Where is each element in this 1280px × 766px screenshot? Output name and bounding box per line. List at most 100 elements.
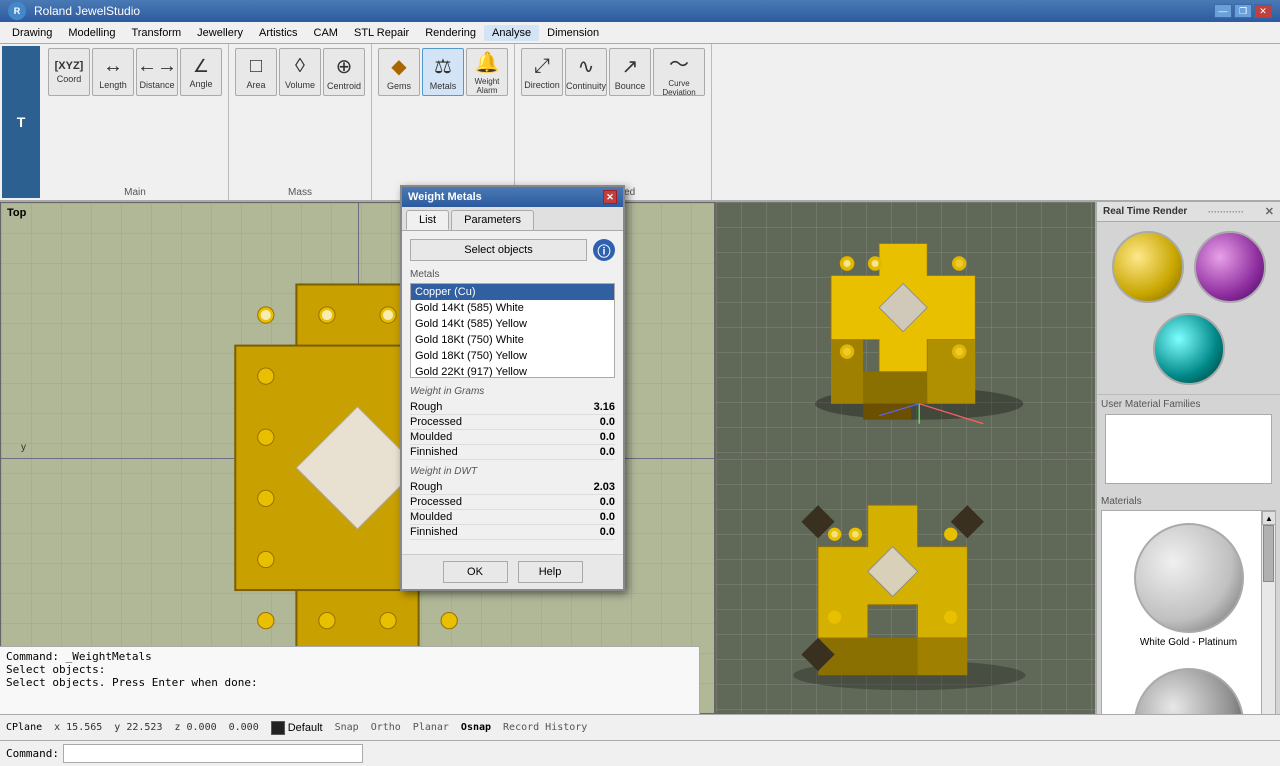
tool-gems-label: Gems [387, 81, 411, 91]
menu-artistics[interactable]: Artistics [251, 25, 306, 41]
osnap-label[interactable]: Osnap [461, 722, 491, 733]
menu-rendering[interactable]: Rendering [417, 25, 484, 41]
tool-coord[interactable]: [XYZ] Coord [48, 48, 90, 96]
weight-metals-dialog: Weight Metals ✕ List Parameters Select o… [400, 185, 625, 591]
scroll-thumb[interactable] [1263, 525, 1274, 582]
weight-grams-title: Weight in Grams [410, 386, 615, 397]
toolbar-row-advanced: ⤢ Direction ∿ Continuity ↗ Bounce 〜 Curv… [521, 48, 705, 96]
restore-button[interactable]: ❐ [1234, 4, 1252, 18]
metals-item-4[interactable]: Gold 18Kt (750) Yellow [411, 348, 614, 364]
metals-item-1[interactable]: Gold 14Kt (585) White [411, 300, 614, 316]
tab-parameters[interactable]: Parameters [451, 210, 534, 230]
tool-gems[interactable]: ◆ Gems [378, 48, 420, 96]
material-sphere-2-container [1102, 656, 1275, 714]
toolbar-group-weight: ◆ Gems ⚖ Metals 🔔 Weight Alarm Weight [372, 44, 515, 200]
toolbar-group-main: [XYZ] Coord ↔ Length ←→ Distance ∠ Angle… [42, 44, 229, 200]
tool-curve-deviation[interactable]: 〜 Curve Deviation [653, 48, 705, 96]
help-button[interactable]: Help [518, 561, 583, 583]
menu-transform[interactable]: Transform [123, 25, 189, 41]
app-title: Roland JewelStudio [34, 4, 140, 18]
menu-dimension[interactable]: Dimension [539, 25, 607, 41]
select-objects-button[interactable]: Select objects [410, 239, 587, 261]
scroll-up-button[interactable]: ▲ [1262, 511, 1276, 525]
dialog-buttons: OK Help [402, 554, 623, 589]
wd-moulded-label: Moulded [410, 511, 452, 523]
command-input[interactable] [63, 744, 363, 763]
record-history-label[interactable]: Record History [503, 722, 587, 733]
tool-metals-label: Metals [430, 81, 457, 91]
metals-item-3[interactable]: Gold 18Kt (750) White [411, 332, 614, 348]
materials-scrollbar[interactable]: ▲ ▼ [1261, 511, 1275, 714]
material-swatch [271, 721, 285, 735]
dialog-close-button[interactable]: ✕ [603, 190, 617, 204]
wg-rough-value: 3.16 [594, 401, 615, 413]
menu-analyse[interactable]: Analyse [484, 25, 539, 41]
wg-finnished-label: Finnished [410, 446, 458, 458]
tool-metals[interactable]: ⚖ Metals [422, 48, 464, 96]
statusbar: CPlane x 15.565 y 22.523 z 0.000 0.000 D… [0, 714, 1280, 740]
weight-grams-moulded: Moulded 0.0 [410, 430, 615, 445]
panel-close-icon[interactable]: ✕ [1265, 205, 1274, 218]
snap-label[interactable]: Snap [335, 722, 359, 733]
panel-title-render: Real Time Render ············ ✕ [1097, 202, 1280, 222]
metals-list[interactable]: Copper (Cu) Gold 14Kt (585) White Gold 1… [410, 283, 615, 378]
menu-cam[interactable]: CAM [306, 25, 346, 41]
material-sphere-gold[interactable] [1112, 231, 1184, 303]
wg-processed-label: Processed [410, 416, 462, 428]
metals-item-0[interactable]: Copper (Cu) [411, 284, 614, 300]
material-sphere-purple[interactable] [1194, 231, 1266, 303]
right-panel: Real Time Render ············ ✕ User Mat… [1095, 202, 1280, 714]
tool-bounce[interactable]: ↗ Bounce [609, 48, 651, 96]
right-top-viewport[interactable] [716, 202, 1095, 458]
menu-drawing[interactable]: Drawing [4, 25, 60, 41]
ok-button[interactable]: OK [443, 561, 508, 583]
tool-centroid[interactable]: ⊕ Centroid [323, 48, 365, 96]
toolbar-row-1: [XYZ] Coord ↔ Length ←→ Distance ∠ Angle [48, 48, 222, 96]
materials-scroll-area[interactable]: White Gold - Platinum ▲ ▼ [1101, 510, 1276, 714]
tool-length[interactable]: ↔ Length [92, 48, 134, 96]
metals-item-2[interactable]: Gold 14Kt (585) Yellow [411, 316, 614, 332]
dialog-tabs: List Parameters [402, 207, 623, 231]
materials-title: Materials [1101, 496, 1276, 507]
info-icon[interactable]: ⓘ [593, 239, 615, 261]
panel-title-dots: ············ [1208, 207, 1244, 217]
wd-finnished-label: Finnished [410, 526, 458, 538]
material-sphere-whitegold[interactable] [1134, 523, 1244, 633]
toolbar-group-mass: □ Area ◊ Volume ⊕ Centroid Mass [229, 44, 372, 200]
close-button[interactable]: ✕ [1254, 4, 1272, 18]
y-coord: y 22.523 [114, 722, 162, 733]
tool-continuity[interactable]: ∿ Continuity [565, 48, 607, 96]
menu-modelling[interactable]: Modelling [60, 25, 123, 41]
tab-list[interactable]: List [406, 210, 449, 230]
tool-distance[interactable]: ←→ Distance [136, 48, 178, 96]
tool-angle[interactable]: ∠ Angle [180, 48, 222, 96]
weight-dwt-rough: Rough 2.03 [410, 480, 615, 495]
menu-jewellery[interactable]: Jewellery [189, 25, 251, 41]
minimize-button[interactable]: — [1214, 4, 1232, 18]
command-prompt-label: Command: [6, 747, 59, 760]
metals-item-5[interactable]: Gold 22Kt (917) Yellow [411, 364, 614, 378]
toolbar-row-mass: □ Area ◊ Volume ⊕ Centroid [235, 48, 365, 96]
metals-section-label: Metals [410, 269, 615, 280]
planar-label[interactable]: Planar [413, 722, 449, 733]
tool-direction[interactable]: ⤢ Direction [521, 48, 563, 96]
titlebar-controls[interactable]: — ❐ ✕ [1214, 4, 1272, 18]
cmd-line-1: Command: _WeightMetals [6, 650, 693, 663]
cmd-line-3: Select objects. Press Enter when done: [6, 676, 693, 689]
weight-dwt-moulded: Moulded 0.0 [410, 510, 615, 525]
material-sphere-teal[interactable] [1153, 313, 1225, 385]
tool-weight-alarm[interactable]: 🔔 Weight Alarm [466, 48, 508, 96]
wd-finnished-value: 0.0 [600, 526, 615, 538]
tool-curve-deviation-label: Curve Deviation [654, 79, 704, 97]
wd-rough-label: Rough [410, 481, 442, 493]
tool-area[interactable]: □ Area [235, 48, 277, 96]
user-families-box[interactable] [1105, 414, 1272, 484]
wd-rough-value: 2.03 [594, 481, 615, 493]
right-bottom-viewport[interactable] [716, 458, 1095, 715]
material-sphere-1-container: White Gold - Platinum [1102, 511, 1275, 656]
tool-volume[interactable]: ◊ Volume [279, 48, 321, 96]
menu-stlrepair[interactable]: STL Repair [346, 25, 417, 41]
material-sphere-platinum[interactable] [1134, 668, 1244, 714]
ortho-label[interactable]: Ortho [371, 722, 401, 733]
command-history: Command: _WeightMetals Select objects: S… [0, 646, 700, 714]
